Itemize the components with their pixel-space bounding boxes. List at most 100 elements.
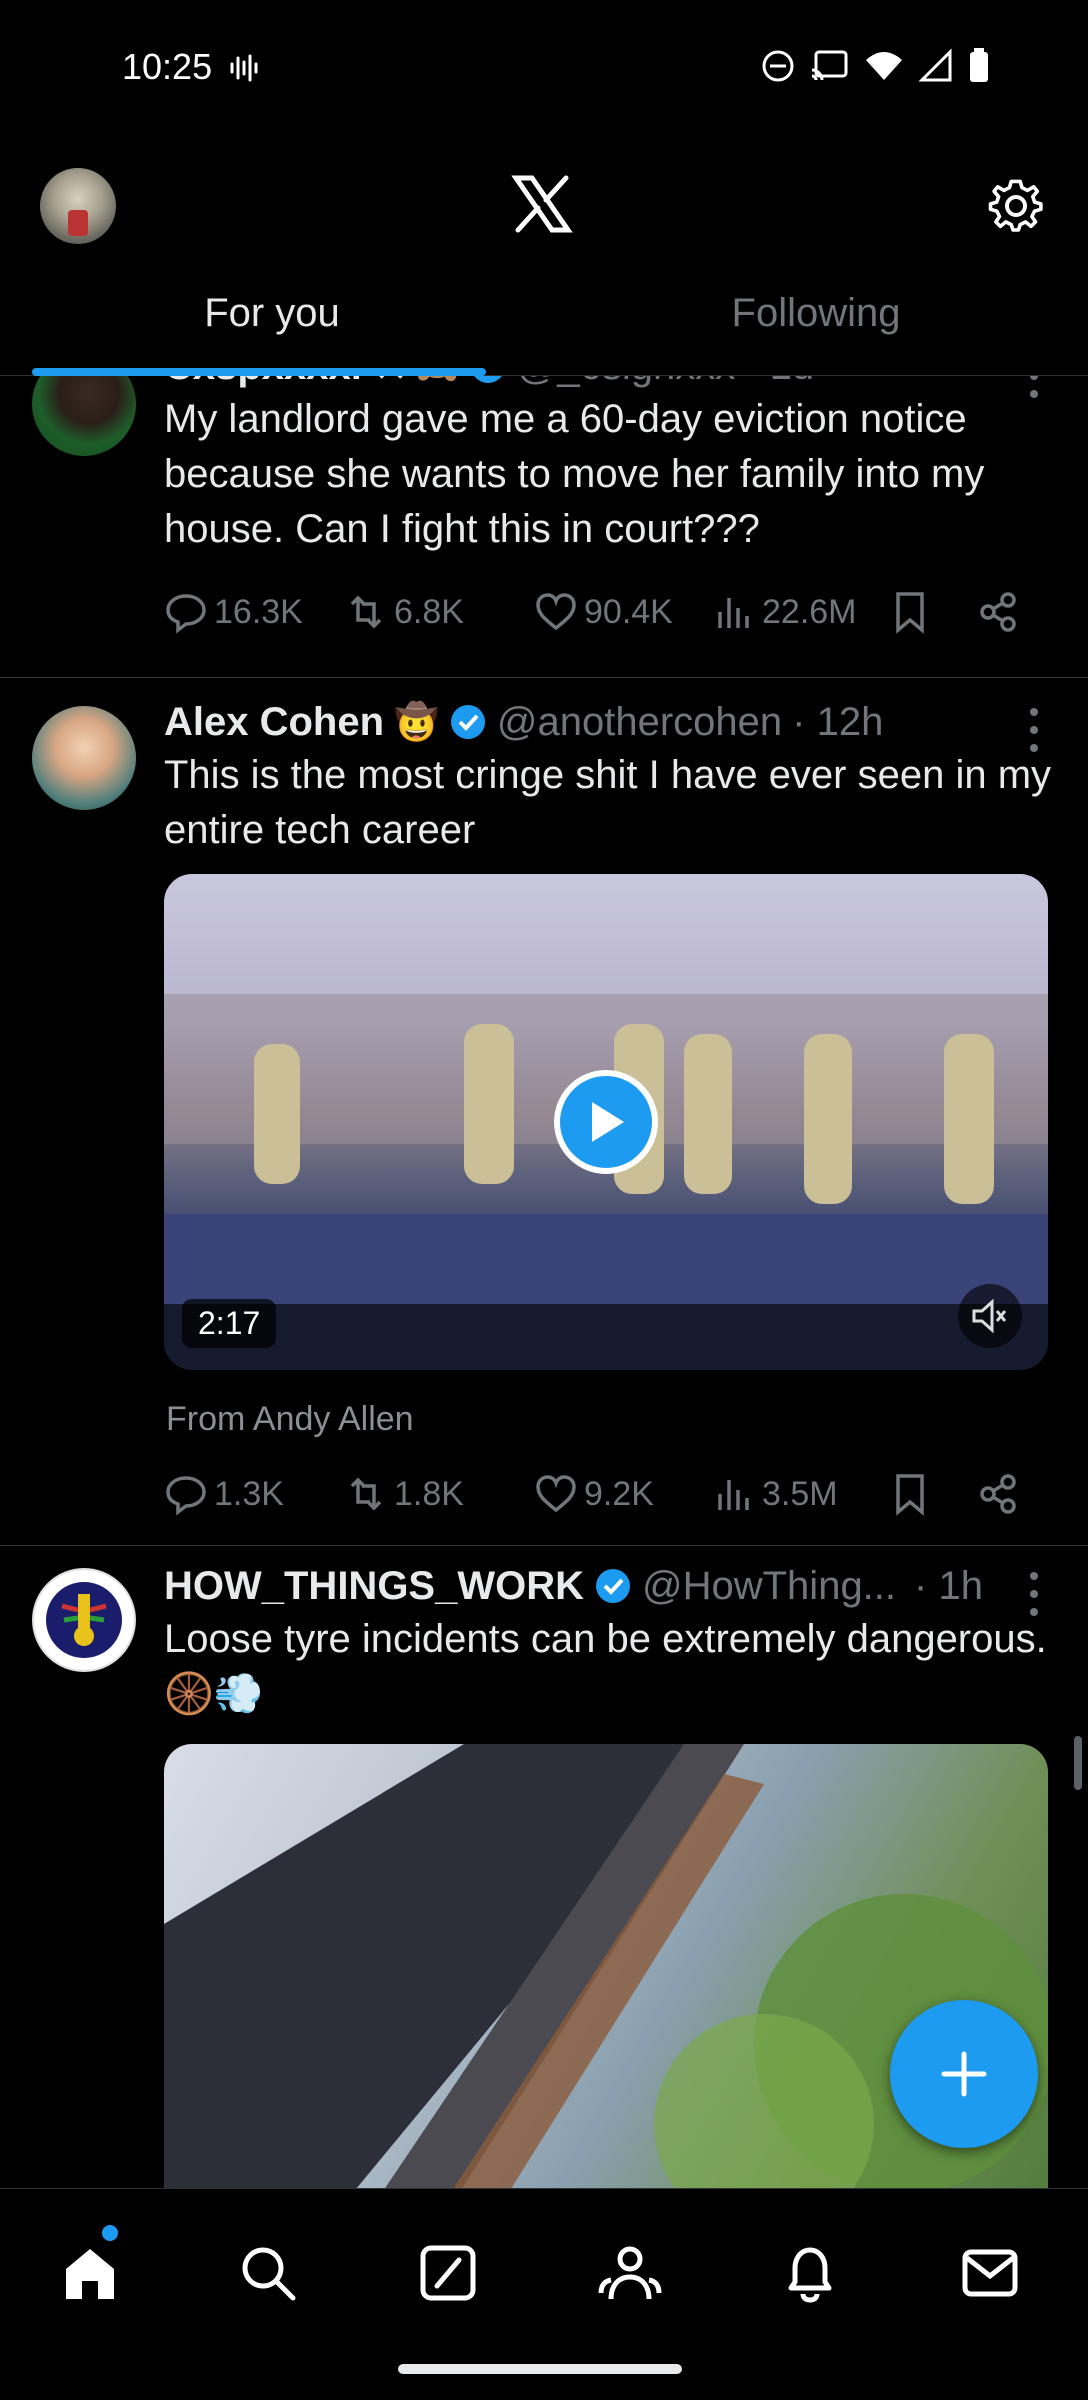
reply-count: 1.3K [214,1474,284,1513]
share-icon [980,592,1016,632]
tweet-actions: 16.3K 6.8K 90.4K 22.6M [164,590,1034,646]
compose-post-button[interactable] [890,2000,1038,2148]
home-icon [66,2249,114,2299]
analytics-icon [718,1480,749,1510]
view-count: 22.6M [762,592,857,631]
repost-button[interactable]: 6.8K [344,590,464,634]
nav-search[interactable] [228,2233,308,2313]
like-button[interactable]: 9.2K [534,1472,654,1516]
tweet-avatar[interactable] [32,706,136,810]
share-button[interactable] [976,590,1020,634]
verified-badge-icon [473,376,502,383]
nav-grok[interactable] [408,2233,488,2313]
analytics-icon [718,598,749,628]
views-button[interactable]: 3.5M [712,1472,838,1516]
emoji-icon: 🙈 [416,376,458,390]
cowboy-emoji-icon: 🤠 [394,701,439,742]
tweet[interactable]: Alex Cohen 🤠 @anothercohen · 12h This is… [0,678,1088,1546]
timeline-feed[interactable]: Cxspxxxxr 🙈 @_6signxxx · 1d My landlord … [0,376,1088,2188]
tweet-text: This is the most cringe shit I have ever… [164,753,1052,852]
reply-button[interactable]: 1.3K [164,1472,284,1516]
share-button[interactable] [976,1472,1020,1516]
play-video-button[interactable] [554,1070,658,1174]
verified-badge-icon [596,1569,630,1603]
video-source-label[interactable]: From Andy Allen [166,1400,414,1439]
tweet-time: · 1h [914,1564,983,1608]
search-icon [242,2247,296,2301]
more-options-icon[interactable] [1030,376,1040,398]
how-things-work-logo [46,1582,122,1658]
bookmark-icon [896,1474,924,1516]
tweet-text: Loose tyre incidents can be extremely da… [164,1617,1047,1716]
repost-count: 6.8K [394,592,464,631]
profile-avatar[interactable] [40,168,116,244]
scrollbar[interactable] [1074,1736,1082,1790]
volume-muted-icon [972,1298,1007,1334]
tweet-avatar[interactable] [32,376,136,456]
play-icon [592,1102,624,1142]
status-bar: 10:25 [0,0,1088,136]
more-options-icon[interactable] [1030,708,1040,752]
tweet-handle[interactable]: @HowThing... [642,1562,896,1610]
tweet[interactable]: Cxspxxxxr 🙈 @_6signxxx · 1d My landlord … [0,376,1088,678]
active-tab-indicator [32,368,486,376]
share-icon [980,1474,1016,1514]
nav-messages[interactable] [950,2233,1030,2313]
like-button[interactable]: 90.4K [534,590,673,634]
mute-button[interactable] [958,1284,1022,1348]
tab-for-you[interactable]: For you [0,268,544,376]
heart-icon [536,1475,576,1513]
reply-icon [166,594,206,634]
heart-icon [536,593,576,631]
tweet-handle[interactable]: @anothercohen [497,698,782,746]
gear-icon[interactable] [986,176,1046,236]
reply-button[interactable]: 16.3K [164,590,303,634]
sound-wave-icon [230,54,258,82]
cast-icon [811,50,848,81]
reply-icon [166,1476,206,1516]
tab-following[interactable]: Following [544,268,1088,376]
tweet-time: · 12h [792,700,884,744]
tweet-actions: 1.3K 1.8K 9.2K 3.5M [164,1472,1034,1528]
tweet-time: · 1d [745,376,814,390]
gesture-bar[interactable] [398,2364,682,2374]
notifications-icon [788,2247,832,2303]
tweet-avatar[interactable] [32,1568,136,1672]
x-logo-icon[interactable] [510,172,574,236]
battery-icon [970,48,988,82]
do-not-disturb-icon [762,50,794,82]
bookmark-icon [896,592,924,634]
reply-count: 16.3K [214,592,303,631]
tweet-handle[interactable]: @_6signxxx [517,376,735,390]
repost-icon [350,595,382,629]
tweet-author-name[interactable]: Cxspxxxxr [164,376,366,390]
bookmark-button[interactable] [888,1472,932,1516]
nav-communities[interactable] [590,2233,670,2313]
repost-count: 1.8K [394,1474,464,1513]
messages-icon [962,2249,1018,2297]
tweet-text: My landlord gave me a 60-day eviction no… [164,397,985,551]
timeline-tabs: For you Following [0,268,1088,376]
grok-icon [420,2245,476,2301]
nav-notifications[interactable] [770,2233,850,2313]
views-button[interactable]: 22.6M [712,590,857,634]
app-header: For you Following [0,136,1088,376]
more-options-icon[interactable] [1030,1572,1040,1616]
tweet-author-name[interactable]: HOW_THINGS_WORK [164,1562,584,1610]
tweet-video[interactable]: 2:17 [164,874,1048,1370]
communities-icon [598,2246,662,2300]
like-count: 90.4K [584,592,673,631]
repost-button[interactable]: 1.8K [344,1472,464,1516]
repost-icon [350,1477,382,1511]
status-time: 10:25 [122,46,213,87]
tweet-author-name[interactable]: Alex Cohen [164,698,384,746]
cell-signal-icon [918,48,952,82]
like-count: 9.2K [584,1474,654,1513]
bookmark-button[interactable] [888,590,932,634]
nav-home[interactable] [50,2233,130,2313]
view-count: 3.5M [762,1474,838,1513]
x-mark-icon [379,376,404,379]
video-duration: 2:17 [182,1299,277,1348]
plus-icon [941,2051,987,2097]
wifi-icon [866,52,902,80]
